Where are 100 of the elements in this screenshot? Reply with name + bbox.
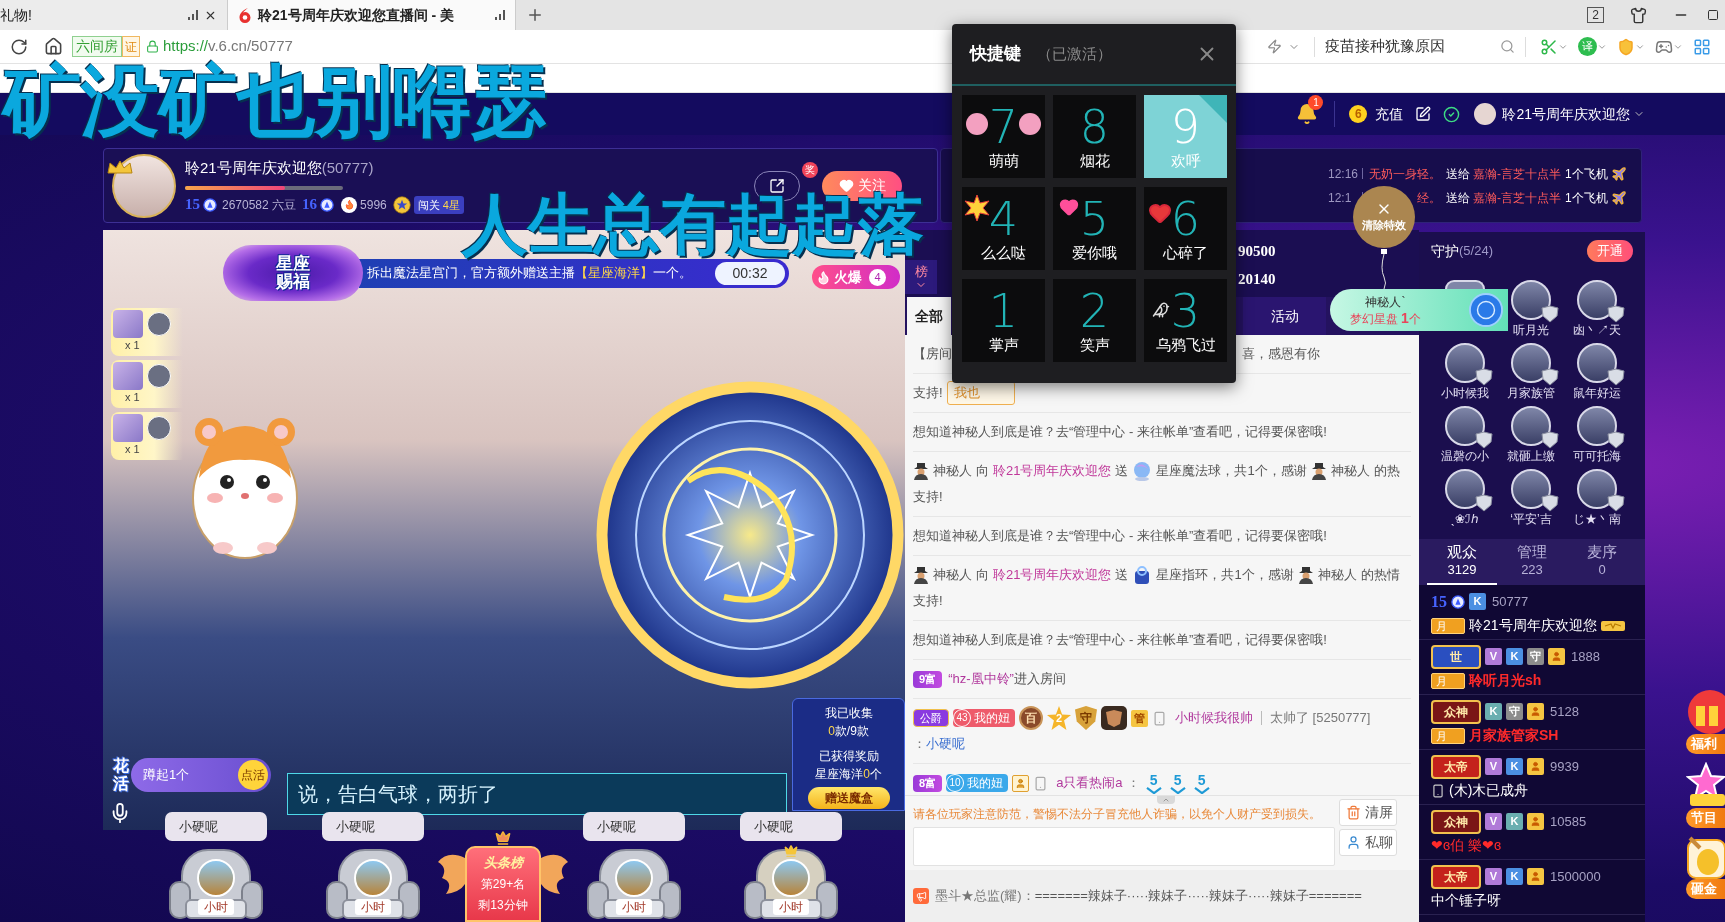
lightning-icon[interactable]	[1267, 39, 1282, 54]
notice-text: 送给	[1446, 189, 1470, 207]
window-count[interactable]: 2	[1587, 7, 1604, 23]
shortcut-key-tile[interactable]: 1 掌声	[962, 279, 1045, 362]
recharge-link[interactable]: 充值	[1375, 103, 1404, 125]
guard-avatar[interactable]	[1511, 469, 1551, 509]
guard-avatar[interactable]	[1577, 343, 1617, 383]
chat-input-field[interactable]	[913, 827, 1335, 866]
seat-name-tag[interactable]: 小硬呢	[583, 812, 685, 841]
search-icon[interactable]	[1500, 39, 1515, 54]
browser-tab[interactable]: 聆21号周年庆欢迎您直播间 - 美	[228, 0, 516, 30]
perform-button[interactable]: 点活	[238, 759, 268, 790]
shortcut-key-tile[interactable]: 2 笑声	[1053, 279, 1136, 362]
address-field[interactable]: 六间房 证 https://v.6.cn/50777	[72, 32, 932, 61]
star-ribbon-icon[interactable]	[1686, 762, 1725, 808]
shortcut-key-tile[interactable]: 5 爱你哦	[1053, 187, 1136, 270]
maximize-icon[interactable]	[1707, 9, 1719, 21]
search-field[interactable]: 疫苗接种犹豫原因	[1325, 33, 1515, 60]
new-tab-icon[interactable]	[526, 6, 544, 24]
scissors-icon[interactable]	[1540, 37, 1558, 56]
app-grid-icon[interactable]	[1693, 37, 1711, 56]
coin-badge: 6	[1349, 105, 1368, 123]
home-icon[interactable]	[44, 37, 63, 56]
guard-shield-icon	[1540, 305, 1560, 323]
guard-name: ‘平安’吉	[1510, 511, 1552, 527]
heart-icon	[1059, 197, 1079, 217]
guard-avatar[interactable]	[1511, 280, 1551, 320]
user-name: a只看热闹a	[1056, 774, 1123, 792]
audience-tab[interactable]: 麦序 0	[1567, 539, 1637, 585]
shortcut-key-tile[interactable]: 4 么么哒	[962, 187, 1045, 270]
shortcut-key-tile[interactable]: 6 心碎了	[1144, 187, 1227, 270]
guard-avatar[interactable]	[1577, 469, 1617, 509]
seat-name-tag[interactable]: 小硬呢	[322, 812, 424, 841]
system-message: 想知道神秘人到底是谁？去“管理中心 - 来往帐单”查看吧，记得要保密哦!	[913, 528, 1327, 543]
user-name: 聆21号周年庆欢迎您	[1469, 616, 1597, 635]
guard-avatar[interactable]	[1511, 343, 1551, 383]
shortcut-key-tile[interactable]: 8 烟花	[1053, 95, 1136, 178]
collection-count: 0款/9款	[828, 723, 869, 740]
guard-name: ˎ❀ℐℎ	[1451, 511, 1479, 527]
seat-name-tag[interactable]: 小硬呢	[740, 812, 842, 841]
chat-text: 支持!	[913, 592, 943, 610]
broadcast-text: =======辣妹子·····辣妹子·····辣妹子·····辣妹子=======	[1034, 887, 1362, 906]
guard-avatar[interactable]	[1445, 343, 1485, 383]
tag-badge: K	[1469, 593, 1486, 610]
tag-badge: V	[1485, 648, 1502, 665]
gift-disc-icon	[1469, 293, 1503, 327]
user-id: 5128	[1550, 702, 1579, 721]
user-title: 太帅了 [5250777]	[1270, 709, 1371, 727]
guard-avatar[interactable]	[1445, 406, 1485, 446]
user-id: 9939	[1550, 757, 1579, 776]
tag-badge: K	[1506, 813, 1523, 830]
guard-avatar[interactable]	[1445, 469, 1485, 509]
chat-tab[interactable]: 全部	[907, 297, 951, 335]
guard-avatar[interactable]	[1577, 280, 1617, 320]
guard-shield-icon	[1606, 368, 1626, 386]
balloon-string	[1380, 249, 1388, 289]
browser-tab[interactable]: 礼物!	[0, 0, 228, 30]
gift-box-icon[interactable]	[1686, 690, 1725, 734]
guard-title: 守护	[1431, 241, 1459, 261]
fan-badge: 43 我的妞	[953, 709, 1015, 727]
reply-name: 小硬呢	[926, 735, 965, 753]
tag-badge: 守	[1506, 703, 1523, 720]
popup-status: （已激活）	[1037, 43, 1112, 64]
seat-name-tag[interactable]: 小硬呢	[165, 812, 267, 841]
collapse-handle[interactable]	[1157, 796, 1175, 804]
gift-thumbnail	[113, 362, 143, 390]
balloon-sender: 神秘人`	[1365, 293, 1406, 310]
user-name: ❤ɞ伯 樂❤ɞ	[1431, 836, 1502, 855]
guard-name: じ★丶南	[1573, 511, 1621, 527]
flower-logo: 花活	[113, 757, 129, 793]
seat-label: 小时	[616, 899, 652, 915]
crown-icon	[784, 844, 798, 858]
title-badge: 太帝	[1431, 754, 1481, 779]
rank-tab[interactable]: 榜	[905, 260, 937, 294]
user-avatar	[147, 416, 171, 440]
egg-hammer-icon[interactable]	[1686, 836, 1725, 879]
check-icon[interactable]	[1443, 105, 1461, 123]
anchor-name-link[interactable]: 聆21号周年庆欢迎您	[993, 562, 1112, 588]
edit-icon[interactable]	[1415, 106, 1432, 122]
user-name: 神秘人	[933, 566, 972, 584]
task-label: 蹲起1个	[143, 765, 190, 784]
shortcut-key-tile[interactable]: 3 乌鸦飞过	[1144, 279, 1227, 362]
private-chat-button[interactable]: 私聊	[1339, 829, 1397, 856]
shortcut-key-tile[interactable]: 7 萌萌	[962, 95, 1045, 178]
guard-avatar[interactable]	[1511, 406, 1551, 446]
tag-badge: V	[1485, 868, 1502, 885]
clear-screen-button[interactable]: 清屏	[1339, 799, 1397, 826]
chat-tab[interactable]: 活动	[1243, 297, 1326, 335]
gift-count: 1个飞机	[1565, 189, 1608, 207]
guard-avatar[interactable]	[1577, 406, 1617, 446]
reload-icon[interactable]	[10, 37, 28, 56]
user-name-link[interactable]: 聆21号周年庆欢迎您	[1502, 103, 1630, 125]
gift-box-button[interactable]: 赠送魔盒	[807, 787, 890, 809]
anchor-name-link[interactable]: 聆21号周年庆欢迎您	[993, 458, 1112, 484]
wealth-badge: 8富	[913, 774, 943, 792]
site-logo-icon	[238, 7, 252, 23]
crown-badge-icon	[107, 159, 133, 174]
skin-icon[interactable]	[1630, 6, 1647, 24]
audience-tab[interactable]: 管理 223	[1497, 539, 1567, 585]
guard-name: 凼丶↗天	[1573, 322, 1621, 338]
